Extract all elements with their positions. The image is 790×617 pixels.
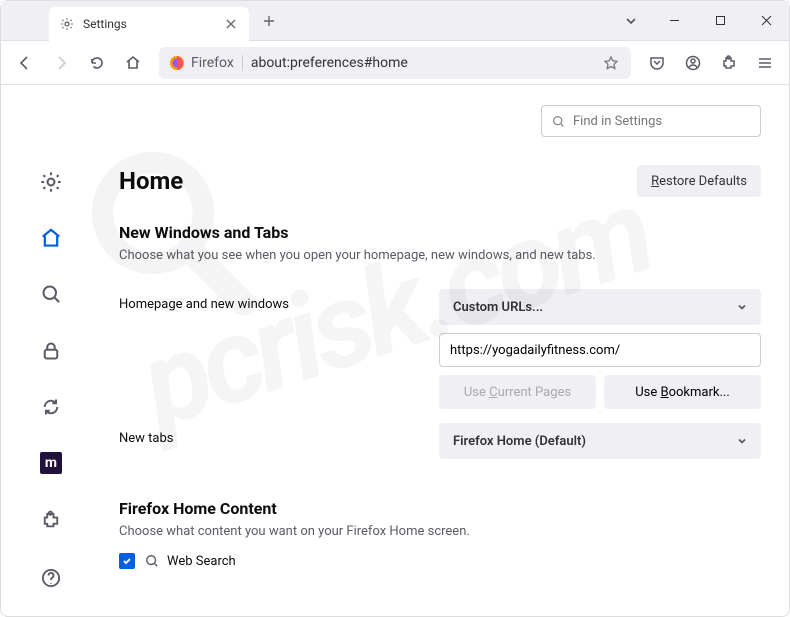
window-controls xyxy=(651,1,789,41)
back-button[interactable] xyxy=(9,47,41,79)
browser-tab[interactable]: Settings xyxy=(49,7,249,41)
search-icon xyxy=(552,115,565,128)
sidebar-privacy[interactable] xyxy=(33,334,69,368)
sidebar-sync[interactable] xyxy=(33,390,69,424)
url-bar[interactable]: Firefox about:preferences#home xyxy=(159,47,631,79)
forward-button[interactable] xyxy=(45,47,77,79)
chevron-down-icon xyxy=(737,302,747,312)
section-desc-home-content: Choose what content you want on your Fir… xyxy=(119,524,761,539)
menu-button[interactable] xyxy=(749,47,781,79)
url-text: about:preferences#home xyxy=(251,55,601,71)
tab-title: Settings xyxy=(83,17,223,31)
section-heading-home-content: Firefox Home Content xyxy=(119,499,761,518)
search-icon xyxy=(145,554,159,568)
websearch-label: Web Search xyxy=(167,554,236,569)
newtabs-select[interactable]: Firefox Home (Default) xyxy=(439,423,761,459)
close-window-button[interactable] xyxy=(743,1,789,41)
settings-search[interactable] xyxy=(541,105,761,137)
firefox-icon xyxy=(169,55,185,71)
url-identity: Firefox xyxy=(169,55,243,71)
page-title: Home xyxy=(119,167,183,195)
section-desc-windows-tabs: Choose what you see when you open your h… xyxy=(119,248,761,263)
close-icon[interactable] xyxy=(223,16,239,32)
extensions-button[interactable] xyxy=(713,47,745,79)
section-heading-windows-tabs: New Windows and Tabs xyxy=(119,223,761,242)
sidebar-home[interactable] xyxy=(33,221,69,255)
account-button[interactable] xyxy=(677,47,709,79)
url-identity-label: Firefox xyxy=(191,55,234,71)
minimize-button[interactable] xyxy=(651,1,697,41)
sidebar-search[interactable] xyxy=(33,277,69,311)
use-current-pages-button[interactable]: Use Current Pages xyxy=(439,375,596,409)
bookmark-star-icon[interactable] xyxy=(601,53,621,73)
newtabs-select-value: Firefox Home (Default) xyxy=(453,434,586,449)
newtabs-label: New tabs xyxy=(119,423,439,446)
restore-defaults-button[interactable]: Restore Defaults xyxy=(637,165,761,197)
nav-toolbar: Firefox about:preferences#home xyxy=(1,41,789,85)
sidebar-extensions[interactable] xyxy=(33,502,69,538)
chevron-down-icon xyxy=(737,436,747,446)
title-bar: Settings xyxy=(1,1,789,41)
websearch-checkbox[interactable] xyxy=(119,553,135,569)
pocket-button[interactable] xyxy=(641,47,673,79)
use-bookmark-button[interactable]: Use Bookmark... xyxy=(604,375,761,409)
sidebar-help[interactable] xyxy=(33,560,69,596)
home-button[interactable] xyxy=(117,47,149,79)
homepage-url-input[interactable] xyxy=(439,333,761,367)
content-area: Home Restore Defaults New Windows and Ta… xyxy=(101,85,789,616)
settings-search-input[interactable] xyxy=(573,114,750,129)
sidebar-general[interactable] xyxy=(33,165,69,199)
homepage-select[interactable]: Custom URLs... xyxy=(439,289,761,325)
homepage-select-value: Custom URLs... xyxy=(453,300,543,315)
homepage-label: Homepage and new windows xyxy=(119,289,439,312)
sidebar-mozilla[interactable]: m xyxy=(33,446,69,480)
tabs-dropdown-button[interactable] xyxy=(611,1,651,41)
new-tab-button[interactable] xyxy=(255,7,283,35)
settings-sidebar: m xyxy=(1,85,101,616)
maximize-button[interactable] xyxy=(697,1,743,41)
gear-icon xyxy=(59,16,75,32)
mozilla-icon: m xyxy=(40,452,62,474)
reload-button[interactable] xyxy=(81,47,113,79)
